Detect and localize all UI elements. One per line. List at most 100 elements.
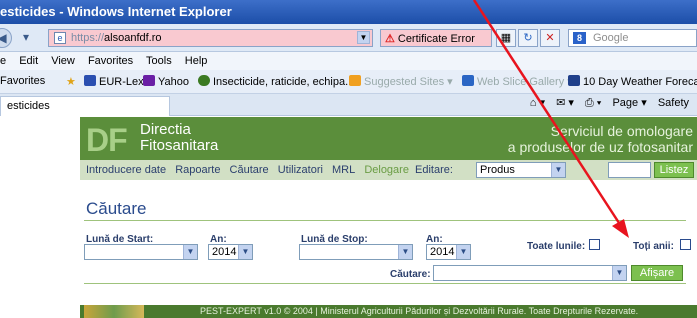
weather-icon: [568, 75, 580, 86]
search-input[interactable]: 8 Google: [568, 29, 697, 47]
chevron-down-icon: ▼: [551, 163, 565, 177]
nav-rapoarte[interactable]: Rapoarte: [175, 164, 220, 176]
menu-favorites[interactable]: Favorites: [88, 55, 133, 67]
browser-tab[interactable]: esticides: [0, 96, 170, 116]
menu-bar: e Edit View Favorites Tools Help: [0, 52, 697, 70]
url-dropdown-icon[interactable]: ▼: [357, 31, 370, 44]
stop-icon[interactable]: ✕: [540, 29, 560, 47]
chevron-down-icon: ▼: [612, 266, 626, 280]
menu-tools[interactable]: Tools: [146, 55, 172, 67]
eurlex-icon: [84, 75, 96, 86]
url-field[interactable]: e https://alsoanfdf.ro ▼: [48, 29, 373, 47]
page-menu[interactable]: Page ▾: [612, 97, 646, 109]
site-brand: Directia Fitosanitara: [140, 122, 218, 154]
start-year-select[interactable]: 2014 ▼: [208, 244, 253, 260]
url-prefix: https://: [71, 32, 105, 44]
certificate-error-button[interactable]: ⚠ Certificate Error: [380, 29, 492, 47]
fav-web-slice[interactable]: Web Slice Gallery ▾: [462, 75, 573, 88]
chevron-down-icon: ▼: [456, 245, 470, 259]
start-year-value: 2014: [212, 246, 237, 258]
editare-value: Produs: [480, 164, 515, 176]
forward-chevron-icon[interactable]: ▾: [16, 28, 36, 48]
safety-menu[interactable]: Safety: [658, 97, 689, 109]
command-bar: ⌂ ▾ ✉ ▾ ⎙ ▾ Page ▾ Safety: [530, 96, 697, 110]
editare-select[interactable]: Produs ▼: [476, 162, 566, 178]
stop-year-select[interactable]: 2014 ▼: [426, 244, 471, 260]
stop-year-value: 2014: [430, 246, 455, 258]
chevron-down-icon: ▼: [238, 245, 252, 259]
page-icon: e: [54, 32, 66, 44]
cautare-select[interactable]: ▼: [433, 265, 627, 281]
afisare-button[interactable]: Afișare: [631, 265, 683, 281]
all-years-checkbox[interactable]: [680, 239, 691, 250]
menu-view[interactable]: View: [51, 55, 75, 67]
nav-mrl[interactable]: MRL: [332, 164, 355, 176]
start-month-select[interactable]: ▼: [84, 244, 198, 260]
fav-weather-label: 10 Day Weather Forecast f...: [583, 76, 697, 88]
suggested-sites-icon: [349, 75, 361, 86]
brand-line-2: Fitosanitara: [140, 137, 219, 154]
footer-banner-image: [84, 305, 144, 318]
favorites-button[interactable]: Favorites: [0, 75, 45, 87]
fav-insecticide-label: Insecticide, raticide, echipa...: [213, 76, 355, 88]
shield-warning-icon: ⚠: [385, 33, 395, 45]
fav-web-slice-label: Web Slice Gallery ▾: [477, 76, 573, 88]
editare-label: Editare:: [415, 164, 453, 176]
fav-eurlex-label: EUR-Lex: [99, 76, 144, 88]
menu-edit[interactable]: Edit: [19, 55, 38, 67]
fav-suggested-label: Suggested Sites ▾: [364, 76, 453, 88]
site-footer: PEST-EXPERT v1.0 © 2004 | Ministerul Agr…: [80, 305, 697, 318]
site-nav: Introducere date Rapoarte Căutare Utiliz…: [80, 160, 697, 180]
tab-bar: esticides ⌂ ▾ ✉ ▾ ⎙ ▾ Page ▾ Safety: [0, 94, 697, 116]
fav-weather[interactable]: 10 Day Weather Forecast f...: [568, 75, 697, 88]
window-title-bar: esticides - Windows Internet Explorer: [0, 0, 697, 24]
title-divider: [84, 220, 686, 221]
nav-introducere-date[interactable]: Introducere date: [86, 164, 166, 176]
nav-utilizatori[interactable]: Utilizatori: [278, 164, 323, 176]
nav-cautare[interactable]: Căutare: [230, 164, 269, 176]
page-title: Căutare: [86, 199, 147, 218]
home-icon[interactable]: ⌂ ▾: [530, 97, 545, 109]
search-placeholder: Google: [593, 32, 629, 44]
page-content: DF Directia Fitosanitara Serviciul de om…: [80, 117, 697, 318]
all-months-label: Toate lunile:: [527, 241, 586, 252]
fav-yahoo[interactable]: Yahoo: [143, 75, 189, 88]
form-divider: [84, 283, 686, 284]
google-icon: 8: [573, 32, 586, 44]
fav-yahoo-label: Yahoo: [158, 76, 189, 88]
chevron-down-icon: ▼: [183, 245, 197, 259]
chevron-down-icon: ▼: [398, 245, 412, 259]
editare-text-input[interactable]: [608, 162, 651, 178]
web-slice-icon: [462, 75, 474, 86]
yahoo-icon: [143, 75, 155, 86]
footer-text: PEST-EXPERT v1.0 © 2004 | Ministerul Agr…: [200, 306, 639, 316]
nav-delogare[interactable]: Delogare: [364, 164, 409, 176]
url-host: alsoanfdf.ro: [104, 32, 162, 44]
feeds-icon[interactable]: ✉ ▾: [556, 97, 574, 109]
leaf-icon: [198, 75, 210, 86]
site-header: DF Directia Fitosanitara Serviciul de om…: [80, 117, 697, 160]
back-button[interactable]: ◀: [0, 28, 12, 48]
listez-button[interactable]: Listez: [654, 162, 694, 178]
address-bar: ◀ ▾ e https://alsoanfdf.ro ▼ ⚠ Certificat…: [0, 24, 697, 52]
fav-suggested-sites[interactable]: Suggested Sites ▾: [349, 75, 453, 88]
menu-file[interactable]: e: [0, 55, 6, 67]
window-title: esticides - Windows Internet Explorer: [0, 4, 232, 19]
favorites-bar: Favorites ★ EUR-Lex Yahoo Insecticide, r…: [0, 70, 697, 94]
certificate-error-label: Certificate Error: [397, 33, 475, 45]
fav-insecticide[interactable]: Insecticide, raticide, echipa...: [198, 75, 354, 88]
slogan-line-1: Serviciul de omologare: [550, 123, 693, 139]
tab-label: esticides: [7, 100, 50, 112]
all-years-label: Toți anii:: [633, 241, 674, 252]
refresh-icon[interactable]: ↻: [518, 29, 538, 47]
menu-help[interactable]: Help: [185, 55, 208, 67]
stop-month-select[interactable]: ▼: [299, 244, 413, 260]
site-logo: DF: [86, 122, 128, 158]
all-months-checkbox[interactable]: [589, 239, 600, 250]
compatibility-view-icon[interactable]: ▦: [496, 29, 516, 47]
fav-eurlex[interactable]: EUR-Lex: [84, 75, 144, 88]
site-slogan: Serviciul de omologare a produselor de u…: [508, 123, 693, 155]
star-icon[interactable]: ★: [66, 75, 76, 88]
slogan-line-2: a produselor de uz fotosanitar: [507, 139, 693, 155]
print-icon[interactable]: ⎙ ▾: [585, 97, 601, 109]
